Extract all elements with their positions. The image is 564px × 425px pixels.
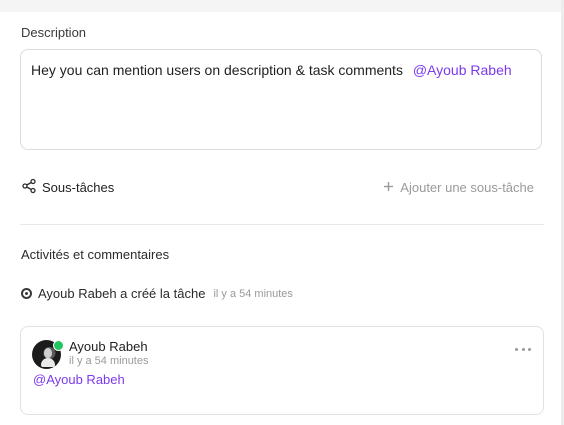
activity-item: Ayoub Rabeh a créé la tâche il y a 54 mi… [21,286,293,301]
activities-title: Activités et commentaires [21,247,170,262]
subtasks-header: Sous-tâches [21,178,114,197]
activity-text: Ayoub Rabeh a créé la tâche [38,286,206,301]
online-status-indicator [53,340,64,351]
comment-time: il y a 54 minutes [69,355,149,367]
description-text: Hey you can mention users on description… [31,62,403,78]
activity-time: il y a 54 minutes [213,287,293,300]
top-bar [0,0,564,12]
activity-dot-icon [21,288,32,299]
divider [20,224,544,225]
comment-author[interactable]: Ayoub Rabeh [69,339,148,354]
more-options-icon[interactable] [515,347,531,351]
add-subtask-label: Ajouter une sous-tâche [400,179,534,195]
description-mention[interactable]: @Ayoub Rabeh [413,62,512,78]
subtasks-row: Sous-tâches Ajouter une sous-tâche [21,176,543,198]
share-nodes-icon [21,178,37,197]
plus-icon [383,180,394,195]
subtasks-label: Sous-tâches [42,179,115,195]
description-editor[interactable]: Hey you can mention users on description… [20,49,542,150]
comment-card: Ayoub Rabeh il y a 54 minutes @Ayoub Rab… [20,326,544,415]
add-subtask-button[interactable]: Ajouter une sous-tâche [383,180,534,195]
description-label: Description [21,25,87,40]
comment-body-mention[interactable]: @Ayoub Rabeh [33,372,125,387]
